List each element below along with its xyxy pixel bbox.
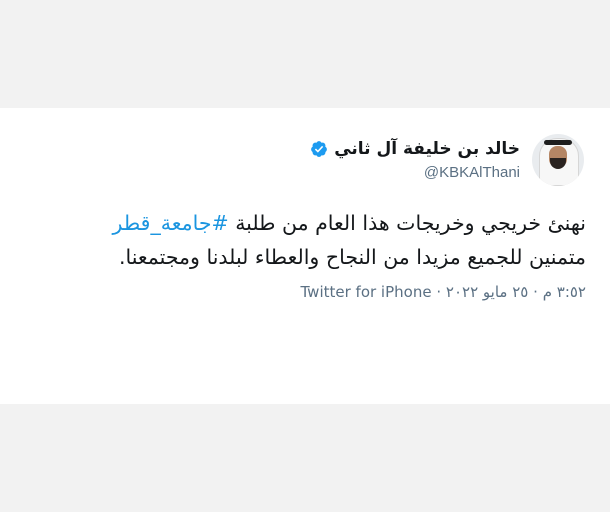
author-info: خالد بن خليفة آل ثاني @KBKAlThani: [310, 139, 520, 181]
tweet-source[interactable]: Twitter for iPhone: [301, 283, 432, 301]
hashtag-link[interactable]: #جامعة_قطر: [113, 211, 229, 235]
tweet-date[interactable]: ٢٥ مايو ٢٠٢٢: [446, 283, 528, 301]
tweet-text: نهنئ خريجي وخريجات هذا العام من طلبة #جا…: [16, 206, 586, 274]
tweet-text-line-1: نهنئ خريجي وخريجات هذا العام من طلبة #جا…: [112, 211, 586, 235]
tweet-time[interactable]: ٣:٥٢ م: [543, 283, 586, 301]
meta-separator: ·: [533, 283, 538, 301]
verified-badge-icon: [311, 141, 328, 157]
meta-separator: ·: [436, 283, 442, 301]
tweet-card: خالد بن خليفة آل ثاني @KBKAlThani نهنئ خ…: [0, 108, 610, 404]
tweet-meta: ٣:٥٢ م · ٢٥ مايو ٢٠٢٢ · Twitter for iPho…: [301, 283, 587, 301]
tweet-header: خالد بن خليفة آل ثاني @KBKAlThani: [310, 134, 584, 186]
avatar[interactable]: [532, 134, 584, 186]
user-handle[interactable]: @KBKAlThani: [424, 164, 520, 181]
display-name[interactable]: خالد بن خليفة آل ثاني: [334, 139, 520, 159]
tweet-text-line-2: متمنين للجميع مزيدا من النجاح والعطاء لب…: [118, 245, 586, 269]
